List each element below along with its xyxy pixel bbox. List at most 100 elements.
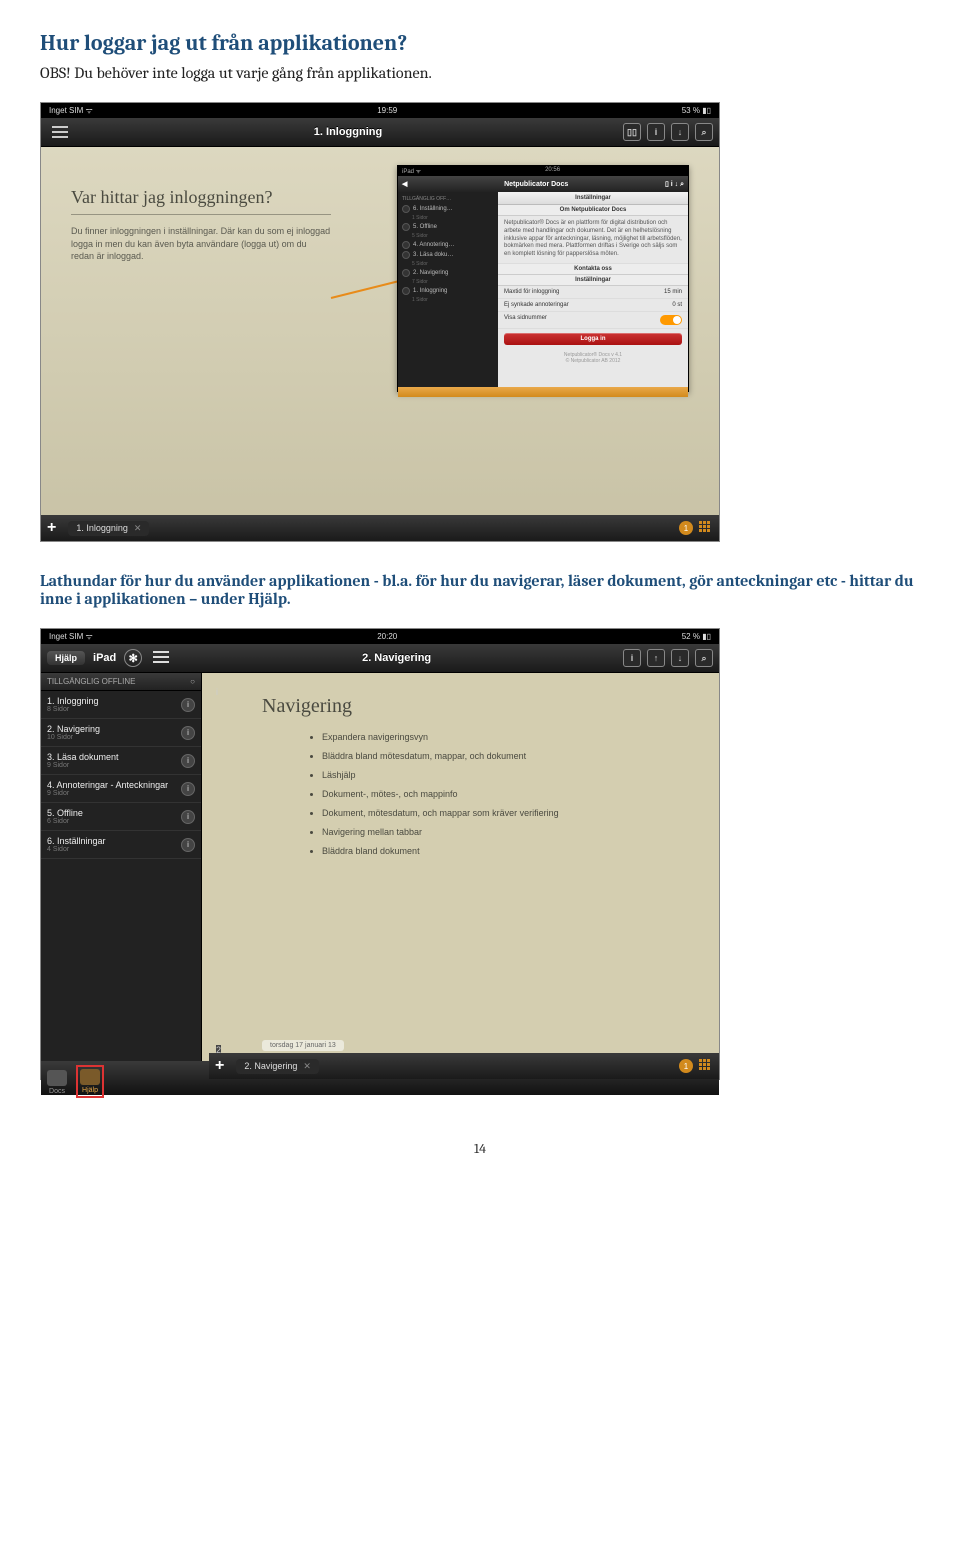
toc-item: Bläddra bland dokument [322,846,719,856]
nested-sidebar-header: TILLGÄNGLIG OFF… [402,196,494,202]
nested-status-left: iPad ᯤ [402,167,421,175]
nested-sidebar-sub: 1 Sidor [412,297,494,303]
toc-item: Bläddra bland mötesdatum, mappar, och do… [322,751,719,761]
grid-view-icon[interactable] [699,1059,713,1073]
sidebar-item[interactable]: 4. Annoteringar - Anteckningar9 Sidori [41,775,201,803]
nested-nav-title: Netpublicator Docs [407,181,665,188]
nested-sidebar-item[interactable]: 2. Navigering [402,269,494,277]
bookmarks-icon[interactable]: ▯▯ [623,123,641,141]
tab-bar: + 1. Inloggning ✕ 1 [41,515,719,541]
login-button[interactable]: Logga in [504,333,682,345]
setting-label: Ej synkade annoteringar [504,302,569,308]
tab-count-badge[interactable]: 1 [679,1059,693,1073]
tab-label: 1. Inloggning [76,523,128,533]
status-bar: Inget SIM ᯤ 19:59 53 % ▮▯ [41,103,719,118]
info-icon[interactable]: i [181,754,195,768]
nested-sidebar-sub: 7 Sidor [412,279,494,285]
main-content: i Navigering Expandera navigeringsvynBlä… [202,673,719,1061]
nested-sidebar-sub: 1 Sidor [412,215,494,221]
back-button[interactable]: Hjälp [47,651,85,665]
divider [71,214,331,215]
sidebar-header-label: TILLGÄNGLIG OFFLINE [47,677,135,686]
toc-item: Dokument, mötesdatum, och mappar som krä… [322,808,719,818]
info-icon[interactable]: i [181,726,195,740]
setting-label: Maxtid för inloggning [504,289,559,295]
nested-sidebar-item[interactable]: 1. Inloggning [402,287,494,295]
close-icon[interactable]: ✕ [303,1061,311,1072]
download-icon[interactable]: ↓ [671,123,689,141]
sidebar-item[interactable]: 5. Offline6 Sidori [41,803,201,831]
toggle-switch[interactable] [660,315,682,325]
date-caption: torsdag 17 januari 13 [262,1040,344,1051]
page-info-icon[interactable]: i [216,687,218,697]
info-icon[interactable]: i [181,810,195,824]
status-time: 19:59 [93,106,682,115]
dock-docs[interactable]: Docs [47,1070,67,1095]
device-label: iPad [93,652,116,664]
doc-heading-2: Lathundar för hur du använder applikatio… [40,572,920,608]
info-icon[interactable]: i [181,698,195,712]
sidebar-toggle-icon[interactable]: ○ [190,677,195,686]
nested-nav-icons: ▯ i ↓ ⌕ [665,180,684,189]
toc-item: Dokument-, mötes-, och mappinfo [322,789,719,799]
help-text-panel: Var hittar jag inloggningen? Du finner i… [71,187,331,263]
status-left: Inget SIM ᯤ [49,105,93,116]
search-icon[interactable]: ⌕ [695,123,713,141]
info-icon[interactable]: i [647,123,665,141]
nested-sidebar-sub: 5 Sidor [412,233,494,239]
close-icon[interactable]: ✕ [134,523,142,534]
nav-bar: 1. Inloggning ▯▯ i ↓ ⌕ [41,118,719,147]
version-footer: Netpublicator® Docs v 4.1 © Netpublicato… [498,349,688,367]
sidebar-item[interactable]: 3. Läsa dokument9 Sidori [41,747,201,775]
tab-inloggning[interactable]: 1. Inloggning ✕ [68,521,149,536]
nested-bottom-bar [398,387,688,397]
setting-value: 0 st [672,302,682,308]
nested-sidebar-sub: 5 Sidor [412,261,494,267]
contact-row[interactable]: Kontakta oss [498,264,688,275]
menu-icon[interactable] [51,125,69,139]
doc-para-1: OBS! Du behöver inte logga ut varje gång… [40,64,920,82]
tab-label: 2. Navigering [244,1061,297,1071]
grid-view-icon[interactable] [699,521,713,535]
toc-item: Navigering mellan tabbar [322,827,719,837]
sidebar-item[interactable]: 2. Navigering10 Sidori [41,719,201,747]
settings-panel: Inställningar Om Netpublicator Docs Netp… [498,192,688,387]
gear-icon[interactable]: ✻ [124,649,142,667]
status-battery: 52 % ▮▯ [682,632,711,641]
sidebar-item[interactable]: 6. Inställningar4 Sidori [41,831,201,859]
help-body: Du finner inloggningen i inställningar. … [71,225,331,263]
doc-heading-1: Hur loggar jag ut från applikationen? [40,30,920,56]
setting-row-unsynced[interactable]: Ej synkade annoteringar 0 st [498,299,688,312]
toc-list: Expandera navigeringsvynBläddra bland mö… [282,732,719,856]
up-icon[interactable]: ↑ [647,649,665,667]
nested-sidebar-item[interactable]: 5. Offline [402,223,494,231]
nested-status-bar: iPad ᯤ 20:56 [398,166,688,176]
download-icon[interactable]: ↓ [671,649,689,667]
info-icon[interactable]: i [181,782,195,796]
nested-screenshot: iPad ᯤ 20:56 ◀ Netpublicator Docs ▯ i ↓ … [397,165,689,392]
sidebar: TILLGÄNGLIG OFFLINE ○ 1. Inloggning8 Sid… [41,673,202,1061]
info-icon[interactable]: i [181,838,195,852]
copyright-line: © Netpublicator AB 2012 [501,358,685,364]
dock-help[interactable]: Hjälp [79,1068,101,1095]
add-tab-button[interactable]: + [47,519,56,537]
tab-navigering[interactable]: 2. Navigering ✕ [236,1059,319,1074]
setting-row-maxtime[interactable]: Maxtid för inloggning 15 min [498,286,688,299]
info-icon[interactable]: i [623,649,641,667]
tab-bar: + 2. Navigering ✕ 1 [209,1053,719,1079]
setting-row-pagenum[interactable]: Visa sidnummer [498,312,688,329]
document-canvas: Var hittar jag inloggningen? Du finner i… [41,147,719,515]
nested-sidebar-item[interactable]: 4. Annotering… [402,241,494,249]
tab-count-badge[interactable]: 1 [679,521,693,535]
nested-sidebar-item[interactable]: 3. Läsa doku… [402,251,494,259]
add-tab-button[interactable]: + [215,1057,224,1075]
sidebar-item[interactable]: 1. Inloggning8 Sidori [41,691,201,719]
toc-item: Läshjälp [322,770,719,780]
search-icon[interactable]: ⌕ [695,649,713,667]
menu-icon[interactable] [152,650,170,667]
nested-sidebar-item[interactable]: 6. Inställning… [402,205,494,213]
screenshot-navigation: Inget SIM ᯤ 20:20 52 % ▮▯ Hjälp iPad ✻ 2… [40,628,720,1080]
about-body: Netpublicator® Docs är en plattform för … [498,216,688,264]
setting-label: Visa sidnummer [504,315,547,325]
nav-title: 2. Navigering [170,652,623,664]
